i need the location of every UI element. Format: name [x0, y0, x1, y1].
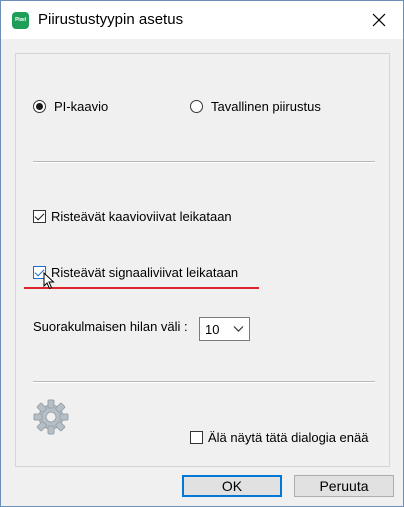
radio-pi-diagram-label: PI-kaavio: [54, 99, 109, 114]
separator: [33, 161, 375, 163]
ok-button-label: OK: [221, 478, 243, 494]
radio-normal-drawing-label: Tavallinen piirustus: [211, 99, 321, 114]
checkbox[interactable]: [33, 210, 46, 223]
close-button[interactable]: [361, 5, 397, 35]
checkbox[interactable]: [190, 431, 203, 444]
window-title: Piirustustyypin asetus: [38, 11, 184, 28]
radio-button[interactable]: [33, 100, 46, 113]
chevron-down-icon: [233, 326, 244, 332]
highlight-underline: [24, 287, 259, 289]
checkbox-cut-signal-lines[interactable]: Risteävät signaaliviivat leikataan: [33, 265, 238, 280]
dialog-window: Pixel Piirustustyypin asetus PI-kaavio T…: [0, 0, 404, 507]
radio-normal-drawing[interactable]: Tavallinen piirustus: [190, 99, 321, 114]
app-icon: Pixel: [12, 12, 29, 29]
checkbox-cut-chart-lines[interactable]: Risteävät kaavioviivat leikataan: [33, 209, 232, 224]
close-icon: [372, 13, 386, 27]
checkbox-cut-chart-lines-label: Risteävät kaavioviivat leikataan: [51, 209, 232, 224]
radio-pi-diagram[interactable]: PI-kaavio: [33, 99, 108, 114]
gear-icon: [32, 398, 70, 439]
radio-button[interactable]: [190, 100, 203, 113]
checkbox-cut-signal-lines-label: Risteävät signaaliviivat leikataan: [51, 265, 239, 280]
grid-spacing-label: Suorakulmaisen hilan väli :: [33, 319, 188, 334]
cancel-button[interactable]: Peruuta: [294, 475, 394, 497]
checkbox-dont-show-again-label: Älä näytä tätä dialogia enää: [208, 430, 369, 445]
settings-panel: PI-kaavio Tavallinen piirustus Risteävät…: [15, 53, 390, 467]
separator: [33, 381, 375, 383]
ok-button[interactable]: OK: [182, 475, 282, 497]
grid-spacing-value: 10: [205, 321, 220, 337]
mouse-pointer-icon: [43, 271, 55, 293]
grid-spacing-select[interactable]: 10: [199, 317, 250, 341]
checkbox-dont-show-again[interactable]: Älä näytä tätä dialogia enää: [190, 430, 368, 445]
title-bar[interactable]: Pixel Piirustustyypin asetus: [1, 1, 403, 39]
cancel-button-label: Peruuta: [319, 478, 369, 494]
